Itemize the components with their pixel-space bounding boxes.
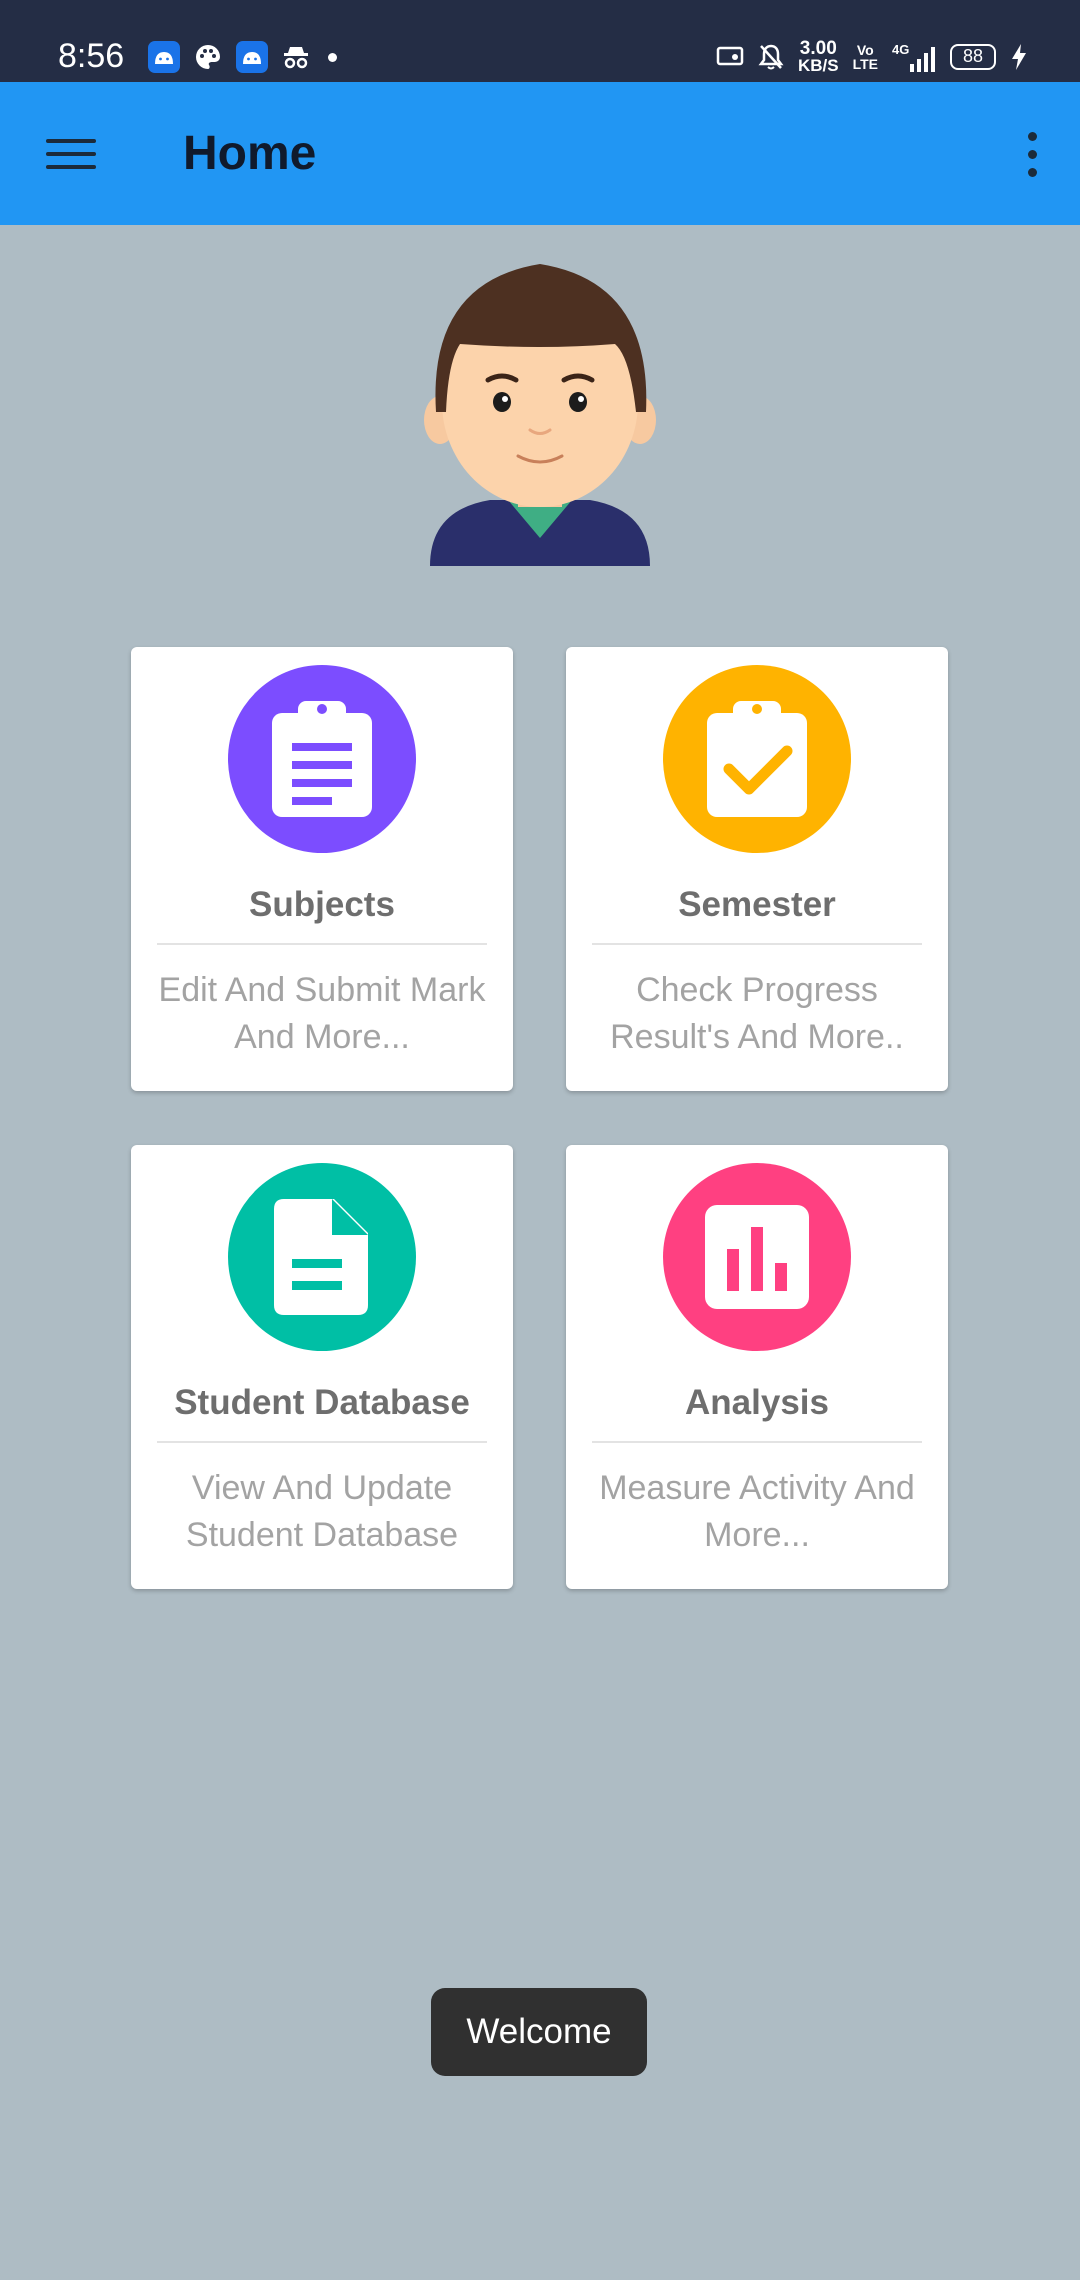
volte-top: Vo: [856, 42, 874, 58]
more-vert-icon-dot: [1027, 149, 1037, 159]
more-notifications-dot: [328, 52, 337, 62]
semester-icon-circle: [663, 665, 851, 853]
notification-icons: [148, 41, 337, 73]
charging-icon: [1012, 44, 1026, 70]
welcome-toast: Welcome: [431, 1988, 647, 2076]
subjects-icon-circle: [228, 665, 416, 853]
hamburger-icon-line: [46, 165, 96, 169]
semester-title: Semester: [678, 885, 836, 924]
battery-indicator: 88: [950, 44, 996, 70]
clipboard-check-icon: [707, 701, 807, 817]
page-title: Home: [183, 127, 317, 180]
navigation-menu-button[interactable]: [40, 126, 102, 182]
status-time: 8:56: [58, 37, 125, 75]
hamburger-icon-line: [46, 152, 96, 156]
network-speed-value: 3.00: [799, 38, 837, 59]
overflow-menu-button[interactable]: [1002, 122, 1062, 186]
bar-chart-icon: [705, 1205, 809, 1309]
incognito-icon: [280, 41, 312, 73]
hamburger-icon-line: [46, 139, 96, 143]
subjects-card[interactable]: Subjects Edit And Submit Mark And More..…: [131, 647, 513, 1091]
palette-icon: [192, 41, 224, 73]
document-icon: [274, 1199, 368, 1315]
android-app-icon: [148, 41, 180, 73]
analysis-card[interactable]: Analysis Measure Activity And More...: [566, 1145, 948, 1589]
volte-indicator: Vo LTE: [853, 43, 878, 71]
network-speed: 3.00 KB/S: [797, 38, 839, 75]
subjects-title: Subjects: [249, 885, 395, 924]
divider: [157, 943, 487, 945]
status-bar: 8:56 3.00 KB/S Vo LTE 4G 88: [0, 0, 1080, 82]
analysis-icon-circle: [663, 1163, 851, 1351]
semester-description: Check Progress Result's And More..: [610, 971, 904, 1056]
semester-card[interactable]: Semester Check Progress Result's And Mor…: [566, 647, 948, 1091]
student-database-title: Student Database: [174, 1383, 470, 1422]
volte-bottom: LTE: [852, 56, 878, 72]
analysis-description: Measure Activity And More...: [599, 1469, 915, 1554]
network-speed-unit: KB/S: [797, 56, 839, 75]
more-vert-icon-dot: [1027, 167, 1037, 177]
app-bar: Home: [0, 82, 1080, 225]
cast-icon: [716, 46, 744, 66]
notifications-off-icon: [758, 44, 784, 70]
more-vert-icon-dot: [1027, 131, 1037, 141]
clipboard-list-icon: [272, 701, 372, 817]
user-avatar: [424, 264, 656, 566]
analysis-title: Analysis: [685, 1383, 829, 1422]
divider: [592, 943, 922, 945]
system-status-icons: 3.00 KB/S Vo LTE 4G 88: [716, 36, 1028, 78]
signal-icon: 4G: [892, 42, 936, 72]
android-app-icon-2: [236, 41, 268, 73]
subjects-description: Edit And Submit Mark And More...: [158, 971, 486, 1056]
student-database-icon-circle: [228, 1163, 416, 1351]
divider: [157, 1441, 487, 1443]
student-database-card[interactable]: Student Database View And Update Student…: [131, 1145, 513, 1589]
divider: [592, 1441, 922, 1443]
student-database-description: View And Update Student Database: [185, 1469, 459, 1554]
